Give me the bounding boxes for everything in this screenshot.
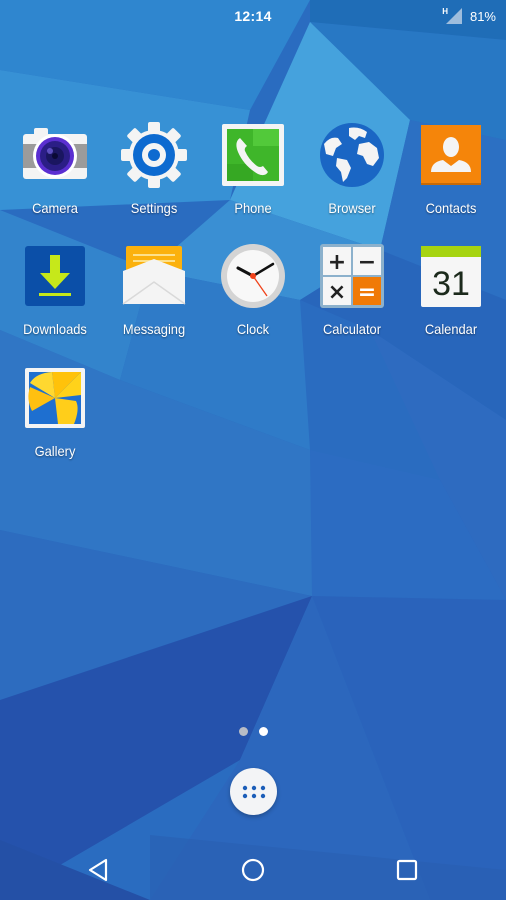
page-dot-1[interactable] <box>238 727 248 736</box>
app-contacts[interactable]: Contacts <box>401 122 501 232</box>
app-label: Downloads <box>23 321 87 337</box>
battery-percent: 81% <box>469 8 496 24</box>
app-phone[interactable]: Phone <box>203 122 303 232</box>
envelope-icon <box>122 246 186 305</box>
home-circle-icon <box>241 858 265 882</box>
recents-button[interactable] <box>387 852 427 888</box>
app-label: Settings <box>130 200 178 216</box>
status-time: 12:14 <box>234 8 272 24</box>
phone-icon <box>222 124 284 186</box>
app-label: Contacts <box>425 200 477 216</box>
status-bar: 12:14 H 81% <box>0 0 506 32</box>
navigation-bar <box>0 840 506 900</box>
clock-icon <box>221 244 285 308</box>
calc-equals: = <box>358 280 376 305</box>
page-dot-2-current[interactable] <box>258 727 268 736</box>
cellular-signal-icon <box>445 8 462 24</box>
flower-photo-icon <box>25 368 85 428</box>
person-icon <box>421 125 481 185</box>
app-label: Messaging <box>122 321 186 337</box>
network-type-label: H <box>442 6 448 16</box>
app-gallery[interactable]: Gallery <box>5 365 105 475</box>
app-browser[interactable]: Browser <box>302 122 402 232</box>
home-button[interactable] <box>233 852 273 888</box>
app-drawer-button[interactable] <box>230 768 277 815</box>
calendar-day: 31 <box>432 265 470 303</box>
back-button[interactable] <box>78 852 118 888</box>
app-label: Camera <box>32 200 78 216</box>
app-calculator[interactable]: + − × = Calculator <box>302 243 402 353</box>
recents-square-icon <box>396 859 418 881</box>
app-camera[interactable]: Camera <box>5 122 105 232</box>
calc-plus: + <box>328 250 346 275</box>
app-messaging[interactable]: Messaging <box>104 243 204 353</box>
app-clock[interactable]: Clock <box>203 243 303 353</box>
calc-minus: − <box>358 250 376 275</box>
camera-icon <box>23 128 87 179</box>
back-triangle-icon <box>88 858 108 882</box>
app-label: Clock <box>236 321 270 337</box>
globe-icon <box>320 123 384 187</box>
app-settings[interactable]: Settings <box>104 122 204 232</box>
app-label: Calculator <box>323 321 381 337</box>
app-label: Phone <box>234 200 272 216</box>
calc-times: × <box>328 280 346 305</box>
calculator-icon: + − × = <box>320 244 384 308</box>
app-label: Browser <box>328 200 376 216</box>
app-downloads[interactable]: Downloads <box>5 243 105 353</box>
app-calendar[interactable]: 31 Calendar <box>401 243 501 353</box>
calendar-icon: 31 <box>421 246 481 307</box>
app-label: Gallery <box>34 443 76 459</box>
status-indicators: H 81% <box>442 6 496 24</box>
page-indicator <box>0 727 506 736</box>
gear-icon <box>121 122 187 188</box>
app-drawer-grid-icon <box>242 785 265 798</box>
app-label: Calendar <box>424 321 478 337</box>
download-arrow-icon <box>25 246 85 306</box>
